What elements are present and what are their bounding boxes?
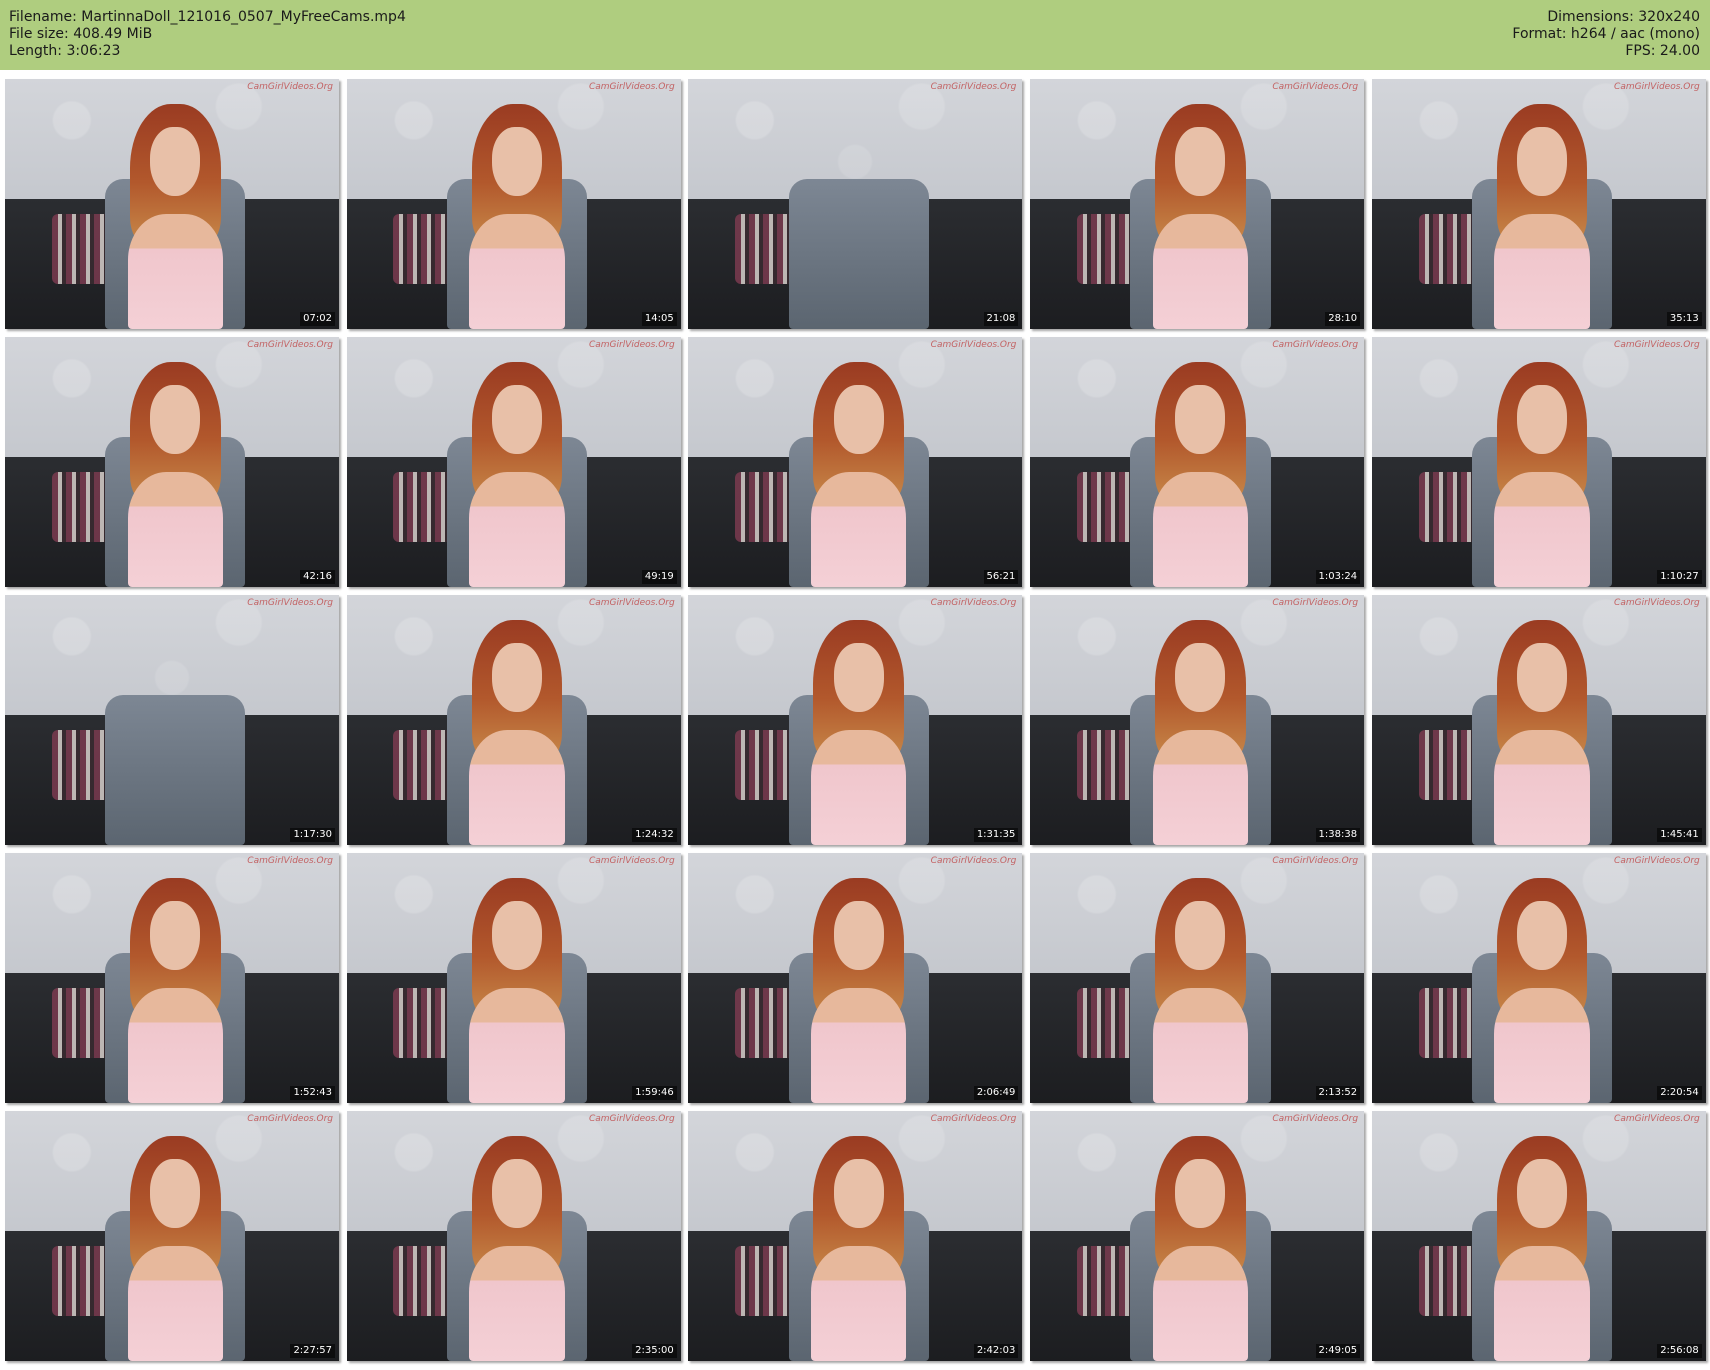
thumbnail[interactable]: CamGirlVideos.Org 28:10: [1030, 79, 1365, 329]
thumbnail[interactable]: CamGirlVideos.Org 2:20:54: [1371, 853, 1706, 1103]
fps-text: FPS: 24.00: [1625, 43, 1700, 59]
thumbnail-timestamp: 1:52:43: [290, 1086, 335, 1100]
length-text: Length: 3:06:23: [9, 43, 121, 59]
thumbnail-timestamp: 1:45:41: [1657, 828, 1702, 842]
watermark-text: CamGirlVideos.Org: [1272, 340, 1359, 350]
thumbnail[interactable]: CamGirlVideos.Org 2:49:05: [1030, 1111, 1365, 1361]
watermark-text: CamGirlVideos.Org: [247, 1114, 333, 1124]
watermark-text: CamGirlVideos.Org: [588, 598, 675, 608]
thumbnail[interactable]: CamGirlVideos.Org 56:21: [688, 337, 1023, 587]
watermark-text: CamGirlVideos.Org: [588, 340, 675, 350]
watermark-text: CamGirlVideos.Org: [588, 82, 675, 92]
watermark-text: CamGirlVideos.Org: [588, 856, 675, 866]
thumbnail-timestamp: 1:03:24: [1315, 570, 1361, 584]
watermark-text: CamGirlVideos.Org: [1614, 598, 1700, 608]
thumbnail-timestamp: 35:13: [1666, 312, 1702, 326]
watermark-text: CamGirlVideos.Org: [588, 1114, 675, 1124]
thumbnail[interactable]: CamGirlVideos.Org 1:24:32: [346, 595, 681, 845]
watermark-text: CamGirlVideos.Org: [1272, 1114, 1359, 1124]
watermark-text: CamGirlVideos.Org: [1272, 598, 1359, 608]
dimensions-text: Dimensions: 320x240: [1547, 9, 1700, 25]
thumbnail-timestamp: 14:05: [641, 312, 677, 326]
thumbnail[interactable]: CamGirlVideos.Org 1:31:35: [688, 595, 1023, 845]
thumbnail[interactable]: CamGirlVideos.Org 21:08: [688, 79, 1023, 329]
thumbnail-timestamp: 2:35:00: [632, 1344, 677, 1358]
watermark-text: CamGirlVideos.Org: [1272, 82, 1359, 92]
thumbnail[interactable]: CamGirlVideos.Org 42:16: [5, 337, 339, 587]
thumbnail[interactable]: CamGirlVideos.Org 1:52:43: [5, 853, 339, 1103]
thumbnail-timestamp: 42:16: [300, 570, 335, 584]
thumbnail-timestamp: 07:02: [300, 312, 335, 326]
watermark-text: CamGirlVideos.Org: [247, 340, 333, 350]
watermark-text: CamGirlVideos.Org: [930, 1114, 1017, 1124]
watermark-text: CamGirlVideos.Org: [930, 856, 1017, 866]
watermark-text: CamGirlVideos.Org: [930, 598, 1017, 608]
thumbnail-timestamp: 2:42:03: [973, 1344, 1019, 1358]
thumbnail[interactable]: CamGirlVideos.Org 07:02: [5, 79, 339, 329]
info-header: Filename: MartinnaDoll_121016_0507_MyFre…: [0, 0, 1710, 70]
thumbnail-grid: CamGirlVideos.Org 07:02 CamGirlVideos.Org…: [5, 79, 1706, 1365]
thumbnail[interactable]: CamGirlVideos.Org 2:35:00: [346, 1111, 681, 1361]
thumbnail-timestamp: 2:06:49: [973, 1086, 1019, 1100]
thumbnail-timestamp: 1:31:35: [973, 828, 1019, 842]
thumbnail-timestamp: 2:56:08: [1657, 1344, 1702, 1358]
thumbnail-timestamp: 1:24:32: [632, 828, 677, 842]
thumbnail[interactable]: CamGirlVideos.Org 1:03:24: [1030, 337, 1365, 587]
watermark-text: CamGirlVideos.Org: [247, 598, 333, 608]
watermark-text: CamGirlVideos.Org: [247, 82, 333, 92]
thumbnail[interactable]: CamGirlVideos.Org 35:13: [1371, 79, 1706, 329]
thumbnail-timestamp: 2:13:52: [1315, 1086, 1361, 1100]
thumbnail-timestamp: 21:08: [983, 312, 1019, 326]
watermark-text: CamGirlVideos.Org: [1614, 340, 1700, 350]
watermark-text: CamGirlVideos.Org: [1614, 856, 1700, 866]
thumbnail[interactable]: CamGirlVideos.Org 2:27:57: [5, 1111, 339, 1361]
thumbnail-timestamp: 1:10:27: [1657, 570, 1702, 584]
thumbnail-timestamp: 1:17:30: [290, 828, 335, 842]
thumbnail-timestamp: 1:59:46: [632, 1086, 677, 1100]
thumbnail-timestamp: 1:38:38: [1315, 828, 1361, 842]
format-text: Format: h264 / aac (mono): [1512, 26, 1700, 42]
thumbnail-timestamp: 28:10: [1325, 312, 1361, 326]
thumbnail-timestamp: 2:27:57: [290, 1344, 335, 1358]
filesize-text: File size: 408.49 MiB: [9, 26, 153, 42]
thumbnail-timestamp: 49:19: [641, 570, 677, 584]
watermark-text: CamGirlVideos.Org: [247, 856, 333, 866]
thumbnail[interactable]: CamGirlVideos.Org 2:06:49: [688, 853, 1023, 1103]
thumbnail[interactable]: CamGirlVideos.Org 2:56:08: [1371, 1111, 1706, 1361]
thumbnail[interactable]: CamGirlVideos.Org 2:42:03: [688, 1111, 1023, 1361]
thumbnail-timestamp: 2:49:05: [1315, 1344, 1361, 1358]
thumbnail[interactable]: CamGirlVideos.Org 1:45:41: [1371, 595, 1706, 845]
thumbnail[interactable]: CamGirlVideos.Org 1:10:27: [1371, 337, 1706, 587]
watermark-text: CamGirlVideos.Org: [1614, 1114, 1700, 1124]
file-info-left: Filename: MartinnaDoll_121016_0507_MyFre…: [9, 9, 406, 60]
thumbnail[interactable]: CamGirlVideos.Org 2:13:52: [1030, 853, 1365, 1103]
thumbnail[interactable]: CamGirlVideos.Org 1:38:38: [1030, 595, 1365, 845]
watermark-text: CamGirlVideos.Org: [930, 340, 1017, 350]
thumbnail-timestamp: 2:20:54: [1657, 1086, 1702, 1100]
thumbnail[interactable]: CamGirlVideos.Org 1:59:46: [346, 853, 681, 1103]
thumbnail[interactable]: CamGirlVideos.Org 1:17:30: [5, 595, 339, 845]
watermark-text: CamGirlVideos.Org: [1272, 856, 1359, 866]
watermark-text: CamGirlVideos.Org: [930, 82, 1017, 92]
file-info-right: Dimensions: 320x240 Format: h264 / aac (…: [1512, 9, 1700, 60]
thumbnail[interactable]: CamGirlVideos.Org 49:19: [346, 337, 681, 587]
thumbnail[interactable]: CamGirlVideos.Org 14:05: [346, 79, 681, 329]
thumbnail-timestamp: 56:21: [983, 570, 1019, 584]
watermark-text: CamGirlVideos.Org: [1614, 82, 1700, 92]
filename-text: Filename: MartinnaDoll_121016_0507_MyFre…: [9, 9, 406, 25]
